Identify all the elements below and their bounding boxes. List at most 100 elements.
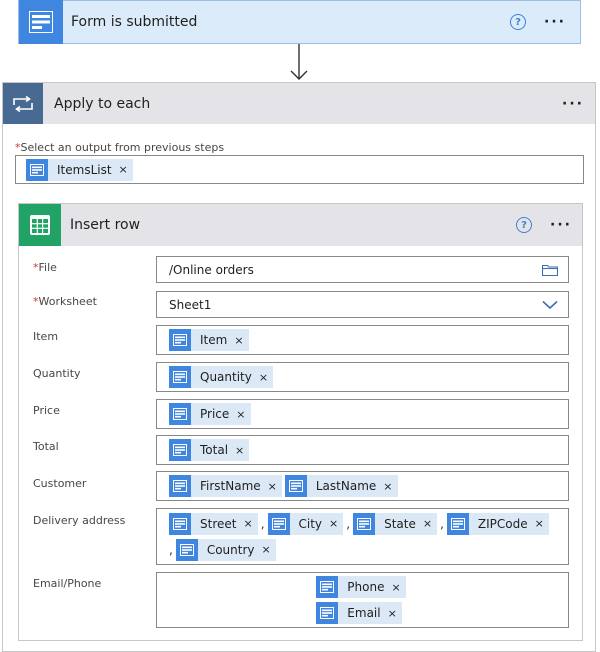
separator-comma: , bbox=[346, 516, 351, 531]
separator-comma: , bbox=[440, 516, 444, 531]
token-quantity[interactable]: Quantity × bbox=[169, 366, 274, 388]
token-label: Item bbox=[200, 333, 228, 347]
remove-token-icon[interactable]: × bbox=[383, 480, 392, 493]
file-label: *File bbox=[33, 261, 57, 274]
token-label: Country bbox=[206, 542, 255, 557]
folder-icon[interactable] bbox=[542, 264, 558, 276]
insert-row-card: Insert row ? ··· *File /Online orders *W… bbox=[18, 203, 583, 641]
select-output-label-text: Select an output from previous steps bbox=[20, 141, 225, 154]
separator-comma: , bbox=[169, 542, 173, 557]
more-options-icon[interactable]: ··· bbox=[562, 96, 584, 112]
dynamic-content-icon bbox=[169, 329, 191, 351]
select-output-field[interactable]: ItemsList × bbox=[15, 155, 584, 184]
quantity-label: Quantity bbox=[33, 367, 81, 380]
quantity-field[interactable]: Quantity × bbox=[156, 362, 569, 392]
token-item[interactable]: Item × bbox=[169, 329, 249, 351]
file-value: /Online orders bbox=[169, 262, 254, 277]
item-label: Item bbox=[33, 330, 59, 343]
token-phone[interactable]: Phone × bbox=[316, 576, 406, 598]
item-field[interactable]: Item × bbox=[156, 325, 569, 355]
remove-token-icon[interactable]: × bbox=[391, 581, 400, 594]
delivery-address-field[interactable]: Street × , City × , State × , ZIPCode × bbox=[156, 508, 569, 565]
remove-token-icon[interactable]: × bbox=[119, 163, 128, 176]
dynamic-content-icon bbox=[446, 512, 469, 535]
worksheet-value: Sheet1 bbox=[169, 297, 212, 312]
dynamic-content-icon bbox=[316, 576, 339, 598]
more-options-icon[interactable]: ··· bbox=[550, 217, 572, 233]
remove-token-icon[interactable]: × bbox=[259, 371, 268, 384]
dynamic-content-icon bbox=[267, 512, 290, 535]
file-field[interactable]: /Online orders bbox=[156, 256, 569, 283]
connector-arrow-icon bbox=[290, 44, 308, 80]
remove-token-icon[interactable]: × bbox=[268, 480, 277, 493]
token-label: Phone bbox=[347, 580, 385, 594]
token-zipcode[interactable]: ZIPCode × bbox=[446, 512, 549, 535]
token-itemslist[interactable]: ItemsList × bbox=[26, 158, 133, 181]
worksheet-dropdown[interactable]: Sheet1 bbox=[156, 291, 569, 318]
dynamic-content-icon bbox=[169, 475, 191, 497]
dynamic-content-icon bbox=[169, 366, 191, 388]
token-label: Total bbox=[200, 443, 229, 457]
token-label: City bbox=[298, 516, 323, 531]
token-label: Street bbox=[200, 516, 237, 531]
dynamic-content-icon bbox=[316, 602, 339, 624]
token-label: Email bbox=[347, 606, 381, 620]
token-label: FirstName bbox=[200, 479, 261, 493]
remove-token-icon[interactable]: × bbox=[243, 517, 252, 530]
trigger-card[interactable]: Form is submitted ? ··· bbox=[18, 0, 581, 44]
token-country[interactable]: Country × bbox=[175, 538, 276, 561]
dynamic-content-icon bbox=[284, 475, 307, 497]
select-output-label: *Select an output from previous steps bbox=[15, 141, 224, 154]
customer-field[interactable]: FirstName × LastName × bbox=[156, 471, 569, 501]
apply-to-each-card: Apply to each ··· *Select an output from… bbox=[2, 82, 596, 652]
dynamic-content-icon bbox=[26, 158, 48, 181]
remove-token-icon[interactable]: × bbox=[388, 607, 397, 620]
separator-comma: , bbox=[260, 516, 265, 531]
price-field[interactable]: Price × bbox=[156, 399, 569, 429]
form-icon bbox=[19, 0, 63, 44]
remove-token-icon[interactable]: × bbox=[423, 517, 432, 530]
token-street[interactable]: Street × bbox=[169, 512, 258, 535]
dynamic-content-icon bbox=[169, 403, 191, 425]
loop-icon bbox=[3, 83, 43, 124]
more-options-icon[interactable]: ··· bbox=[544, 14, 566, 30]
token-city[interactable]: City × bbox=[267, 512, 344, 535]
insert-row-title: Insert row bbox=[70, 217, 141, 233]
apply-to-each-title: Apply to each bbox=[54, 95, 151, 112]
remove-token-icon[interactable]: × bbox=[235, 444, 244, 457]
token-label: Quantity bbox=[200, 370, 252, 384]
insert-row-header[interactable]: Insert row ? ··· bbox=[19, 204, 582, 246]
token-price[interactable]: Price × bbox=[169, 403, 251, 425]
token-email[interactable]: Email × bbox=[316, 602, 402, 624]
flow-canvas: Form is submitted ? ··· Apply to each ··… bbox=[0, 0, 600, 652]
chevron-down-icon[interactable] bbox=[542, 300, 558, 310]
remove-token-icon[interactable]: × bbox=[535, 517, 544, 530]
total-field[interactable]: Total × bbox=[156, 435, 569, 465]
token-label: State bbox=[384, 516, 416, 531]
token-label: Price bbox=[200, 407, 230, 421]
excel-icon bbox=[19, 204, 61, 246]
remove-token-icon[interactable]: × bbox=[234, 334, 243, 347]
dynamic-content-icon bbox=[175, 538, 198, 561]
token-lastname[interactable]: LastName × bbox=[284, 475, 398, 497]
remove-token-icon[interactable]: × bbox=[236, 408, 245, 421]
remove-token-icon[interactable]: × bbox=[262, 543, 271, 556]
token-label: LastName bbox=[315, 479, 377, 493]
help-icon[interactable]: ? bbox=[516, 217, 533, 233]
email-phone-label: Email/Phone bbox=[33, 577, 102, 590]
help-icon[interactable]: ? bbox=[510, 14, 527, 30]
delivery-address-label: Delivery address bbox=[33, 514, 126, 527]
customer-label: Customer bbox=[33, 477, 87, 490]
email-phone-field[interactable]: Phone × Email × bbox=[156, 572, 569, 628]
dynamic-content-icon bbox=[169, 439, 191, 461]
apply-to-each-header[interactable]: Apply to each ··· bbox=[3, 83, 595, 124]
dynamic-content-icon bbox=[169, 512, 191, 535]
remove-token-icon[interactable]: × bbox=[329, 517, 338, 530]
trigger-title: Form is submitted bbox=[71, 14, 198, 30]
token-state[interactable]: State × bbox=[353, 512, 438, 535]
token-total[interactable]: Total × bbox=[169, 439, 250, 461]
token-label: ItemsList bbox=[57, 162, 112, 177]
token-firstname[interactable]: FirstName × bbox=[169, 475, 282, 497]
dynamic-content-icon bbox=[353, 512, 376, 535]
worksheet-label: *Worksheet bbox=[33, 295, 97, 308]
